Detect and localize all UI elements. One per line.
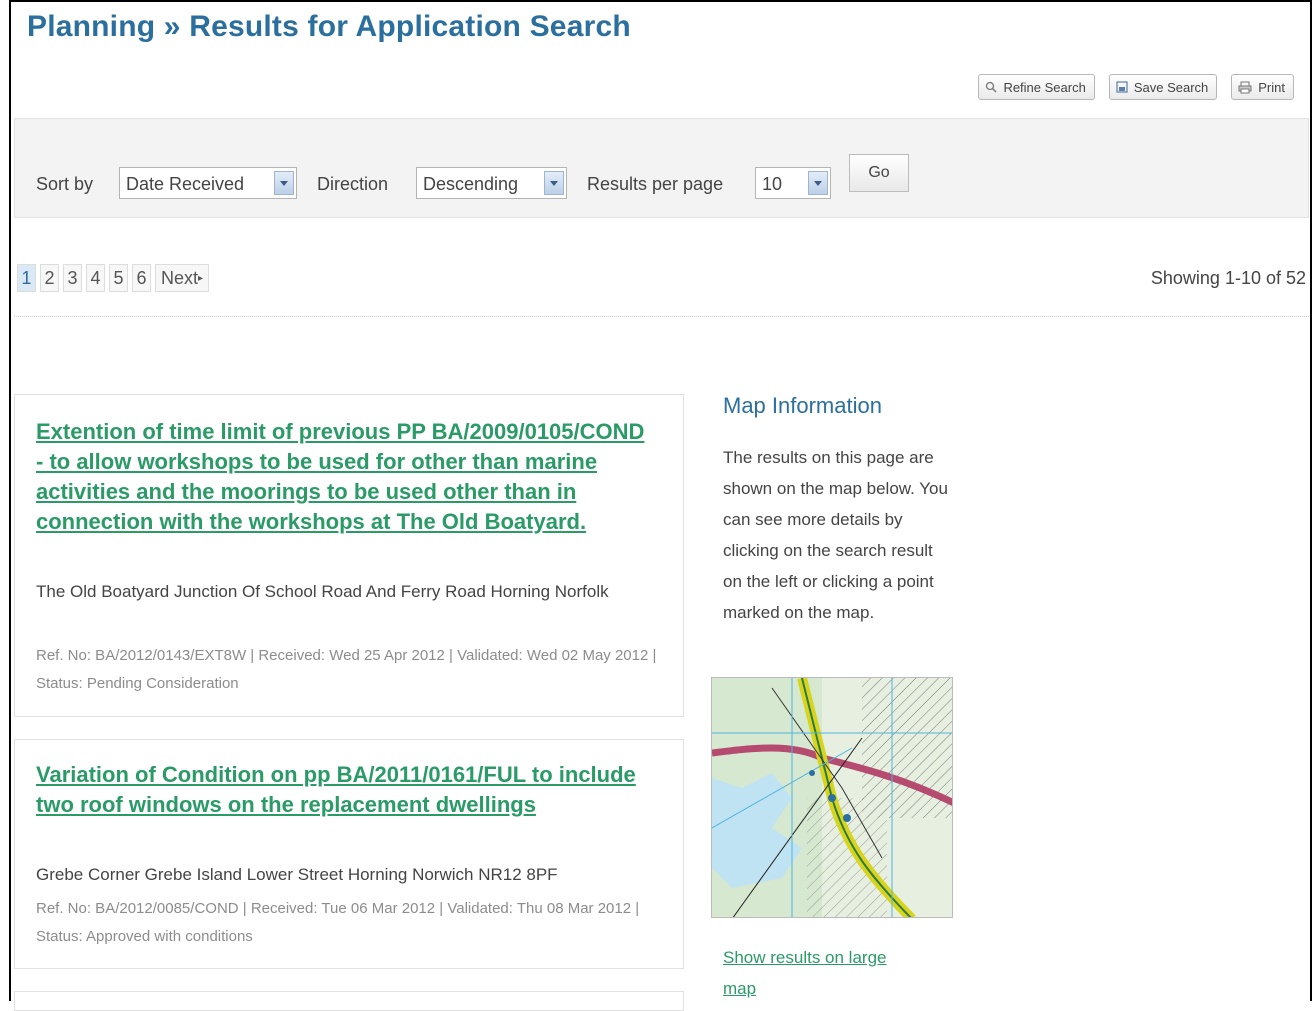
results-count: Showing 1-10 of 52 <box>1150 268 1306 288</box>
page-link[interactable]: 2 <box>40 264 59 292</box>
caret-right-icon: ▸ <box>198 273 204 284</box>
result-card <box>14 991 684 1011</box>
direction-select[interactable]: Descending <box>416 167 567 199</box>
page-link[interactable]: 3 <box>63 264 82 292</box>
map-description: The results on this page are shown on th… <box>723 448 948 622</box>
pagination: 1 2 3 4 5 6 Next▸ <box>17 264 210 292</box>
refine-search-label: Refine Search <box>1003 79 1086 95</box>
chevron-down-icon <box>544 171 564 195</box>
next-page-link[interactable]: Next▸ <box>155 264 210 292</box>
toolbar: Refine Search Save Search Print <box>978 74 1294 100</box>
print-button[interactable]: Print <box>1231 74 1294 100</box>
results-per-page-value: 10 <box>762 174 783 194</box>
result-card: Extention of time limit of previous PP B… <box>14 394 684 717</box>
printer-icon <box>1238 81 1252 93</box>
sort-by-label: Sort by <box>36 174 94 194</box>
next-label: Next <box>161 268 199 288</box>
result-meta: Ref. No: BA/2012/0143/EXT8W | Received: … <box>36 647 657 692</box>
map-thumbnail[interactable] <box>711 677 953 918</box>
result-card: Variation of Condition on pp BA/2011/016… <box>14 739 684 969</box>
result-title-link[interactable]: Extention of time limit of previous PP B… <box>36 417 656 537</box>
page-link[interactable]: 6 <box>132 264 151 292</box>
save-search-button[interactable]: Save Search <box>1108 74 1218 100</box>
result-address: Grebe Corner Grebe Island Lower Street H… <box>36 865 558 884</box>
go-button[interactable]: Go <box>849 154 909 192</box>
search-icon <box>986 81 997 93</box>
results-per-page-select[interactable]: 10 <box>755 167 831 199</box>
page-link[interactable]: 5 <box>109 264 128 292</box>
page-link[interactable]: 4 <box>86 264 105 292</box>
print-label: Print <box>1258 79 1285 95</box>
save-search-label: Save Search <box>1133 79 1209 95</box>
results-per-page-label: Results per page <box>587 174 724 194</box>
show-large-map-link[interactable]: Show results on large map <box>723 942 923 1004</box>
direction-value: Descending <box>423 174 519 194</box>
save-icon <box>1116 81 1128 93</box>
sort-by-value: Date Received <box>126 174 245 194</box>
page-title: Planning » Results for Application Searc… <box>27 10 631 43</box>
map-heading: Map Information <box>723 393 882 418</box>
result-meta: Ref. No: BA/2012/0085/COND | Received: T… <box>36 900 640 945</box>
sort-by-select[interactable]: Date Received <box>119 167 297 199</box>
divider <box>14 316 1309 317</box>
refine-search-button[interactable]: Refine Search <box>978 74 1095 100</box>
result-address: The Old Boatyard Junction Of School Road… <box>36 582 609 601</box>
chevron-down-icon <box>274 171 294 195</box>
result-title-link[interactable]: Variation of Condition on pp BA/2011/016… <box>36 760 656 820</box>
sort-bar: Sort by Date Received Direction Descendi… <box>14 118 1309 218</box>
page-link[interactable]: 1 <box>17 264 36 292</box>
chevron-down-icon <box>808 171 828 195</box>
direction-label: Direction <box>317 174 389 194</box>
